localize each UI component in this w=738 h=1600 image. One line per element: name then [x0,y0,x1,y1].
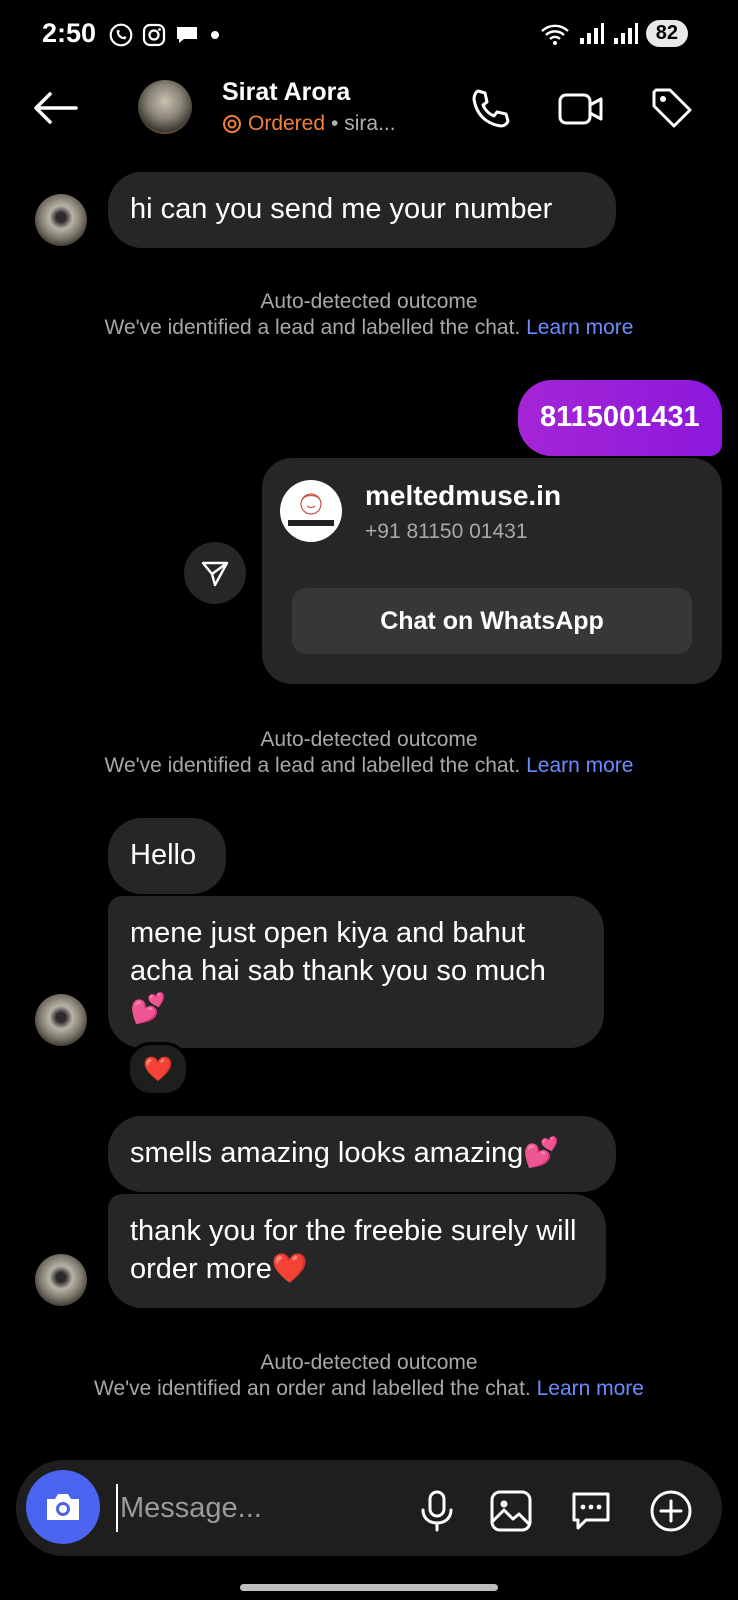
message-input[interactable] [116,1484,382,1532]
camera-button[interactable] [26,1470,100,1544]
card-title: meltedmuse.in [365,480,562,511]
avatar[interactable] [35,1254,87,1306]
gallery-icon[interactable] [488,1488,534,1534]
system-notice-title: Auto-detected outcome [260,1351,478,1374]
home-indicator[interactable] [240,1584,498,1591]
card-phone: +91 81150 01431 [365,520,528,543]
system-notice: Auto-detected outcome We've identified a… [0,727,738,779]
wifi-icon [540,24,569,45]
system-notice: Auto-detected outcome We've identified a… [70,1350,668,1402]
message-bubble[interactable]: smells amazing looks amazing💕 [108,1116,616,1192]
sticker-chat-icon[interactable] [568,1488,614,1534]
system-notice-text: We've identified a lead and labelled the… [104,316,521,339]
system-notice-title: Auto-detected outcome [260,728,478,751]
plus-icon[interactable] [648,1488,694,1534]
signal-icon [613,22,638,44]
tag-icon[interactable] [650,86,696,132]
username: • sira... [331,112,396,135]
send-icon [201,561,229,587]
learn-more-link[interactable]: Learn more [537,1377,644,1400]
phone-icon[interactable] [468,86,514,132]
avatar[interactable] [35,194,87,246]
ordered-icon [222,115,242,134]
message-bubble[interactable]: hi can you send me your number [108,172,616,248]
whatsapp-icon [109,23,133,47]
share-button[interactable] [184,542,246,604]
signal-icon [579,22,604,44]
message-bubble[interactable]: mene just open kiya and bahut acha hai s… [108,896,604,1048]
learn-more-link[interactable]: Learn more [526,754,633,777]
learn-more-link[interactable]: Learn more [526,316,633,339]
avatar[interactable] [35,994,87,1046]
chat-on-whatsapp-button[interactable]: Chat on WhatsApp [292,588,692,654]
system-notice-text: We've identified an order and labelled t… [94,1377,531,1400]
system-icons: 82 [540,20,688,47]
camera-icon [47,1494,79,1520]
battery-icon: 82 [645,20,688,47]
status-label: Ordered [248,112,326,135]
contact-name[interactable]: Sirat Arora [222,78,350,107]
instagram-icon [142,23,166,47]
message-bubble-sent[interactable]: 8115001431 [518,380,722,456]
system-notice: Auto-detected outcome We've identified a… [0,289,738,341]
video-icon[interactable] [558,86,604,132]
system-notice-title: Auto-detected outcome [260,290,478,313]
message-bubble[interactable]: thank you for the freebie surely will or… [108,1194,606,1308]
back-arrow-icon[interactable] [30,88,80,128]
avatar[interactable] [138,80,192,134]
meltedmuse-logo [280,480,342,542]
contact-subtitle[interactable]: Ordered • sira... [222,112,396,136]
message-bubble[interactable]: Hello [108,818,226,894]
notification-icons [108,22,222,48]
reaction-badge[interactable]: ❤️ [127,1042,189,1096]
system-notice-text: We've identified a lead and labelled the… [104,754,521,777]
dot-icon [211,31,219,39]
microphone-icon[interactable] [414,1488,460,1534]
chat-icon [177,27,197,43]
status-time: 2:50 [42,18,97,48]
